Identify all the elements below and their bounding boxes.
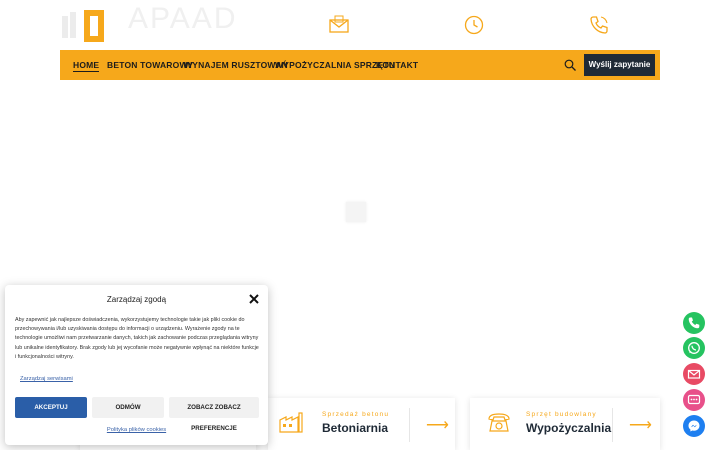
top-header: APAAD <box>0 0 720 50</box>
nav-item-home[interactable]: HOME <box>73 50 100 80</box>
nav-item-kontakt[interactable]: KONTAKT <box>376 50 418 80</box>
consent-title: Zarządzaj zgodą <box>106 295 167 304</box>
service-card-title: Wypożyczalnia <box>526 421 612 435</box>
search-icon[interactable] <box>563 58 577 72</box>
arrow-right-icon[interactable]: ⟶ <box>629 415 652 435</box>
phone-float-button[interactable] <box>683 312 705 334</box>
phone-float-icon <box>688 317 700 329</box>
telephone-icon <box>488 413 510 432</box>
sms-float-icon <box>687 394 701 405</box>
service-card-title: Betoniarnia <box>322 421 389 435</box>
arrow-right-icon[interactable]: ⟶ <box>426 415 449 435</box>
phone-icon <box>590 16 608 34</box>
email-icon <box>329 15 349 33</box>
service-card-betoniarnia[interactable]: Sprzedaż betonu Betoniarnia ⟶ <box>268 398 455 450</box>
accept-button[interactable]: AKCEPTUJ <box>15 397 87 418</box>
whatsapp-float-button[interactable] <box>683 337 705 359</box>
cookie-policy-link[interactable]: Polityka plików cookies <box>5 427 268 433</box>
service-card-kicker: Sprzęt budowlany <box>526 411 597 418</box>
send-inquiry-button[interactable]: Wyślij zapytanie <box>584 54 655 76</box>
service-card-kicker: Sprzedaż betonu <box>322 411 390 418</box>
view-preferences-button[interactable]: ZOBACZ ZOBACZ PREFERENCJE <box>169 397 259 432</box>
factory-icon <box>279 412 303 433</box>
logo-mark-icon <box>62 10 104 42</box>
main-navigation: HOME BETON TOWAROWY WYNAJEM RUSZTOWAŃ WY… <box>60 50 660 80</box>
email-float-icon <box>687 369 701 379</box>
nav-item-beton-towarowy[interactable]: BETON TOWAROWY <box>107 50 194 80</box>
messenger-float-button[interactable] <box>683 415 705 437</box>
deny-button[interactable]: ODMÓW <box>92 397 164 418</box>
clock-icon <box>464 15 484 35</box>
logo-wordmark: APAAD <box>128 2 238 35</box>
consent-description: Aby zapewnić jak najlepsze doświadczenia… <box>15 317 259 360</box>
cookie-consent-dialog: Zarządzaj zgodą Aby zapewnić jak najleps… <box>5 285 268 445</box>
card-divider <box>409 408 410 442</box>
service-card-wypozyczalnia[interactable]: Sprzęt budowlany Wypożyczalnia ⟶ <box>470 398 660 450</box>
card-divider <box>612 408 613 442</box>
email-float-button[interactable] <box>683 363 705 385</box>
sms-float-button[interactable] <box>683 389 705 411</box>
nav-item-wynajem-rusztowan[interactable]: WYNAJEM RUSZTOWAŃ <box>184 50 288 80</box>
loading-indicator <box>346 202 366 222</box>
manage-services-link[interactable]: Zarządzaj serwisami <box>20 376 73 382</box>
close-icon[interactable] <box>248 293 260 305</box>
whatsapp-float-icon <box>688 342 700 354</box>
site-logo[interactable]: APAAD <box>60 2 250 46</box>
messenger-float-icon <box>688 420 700 432</box>
